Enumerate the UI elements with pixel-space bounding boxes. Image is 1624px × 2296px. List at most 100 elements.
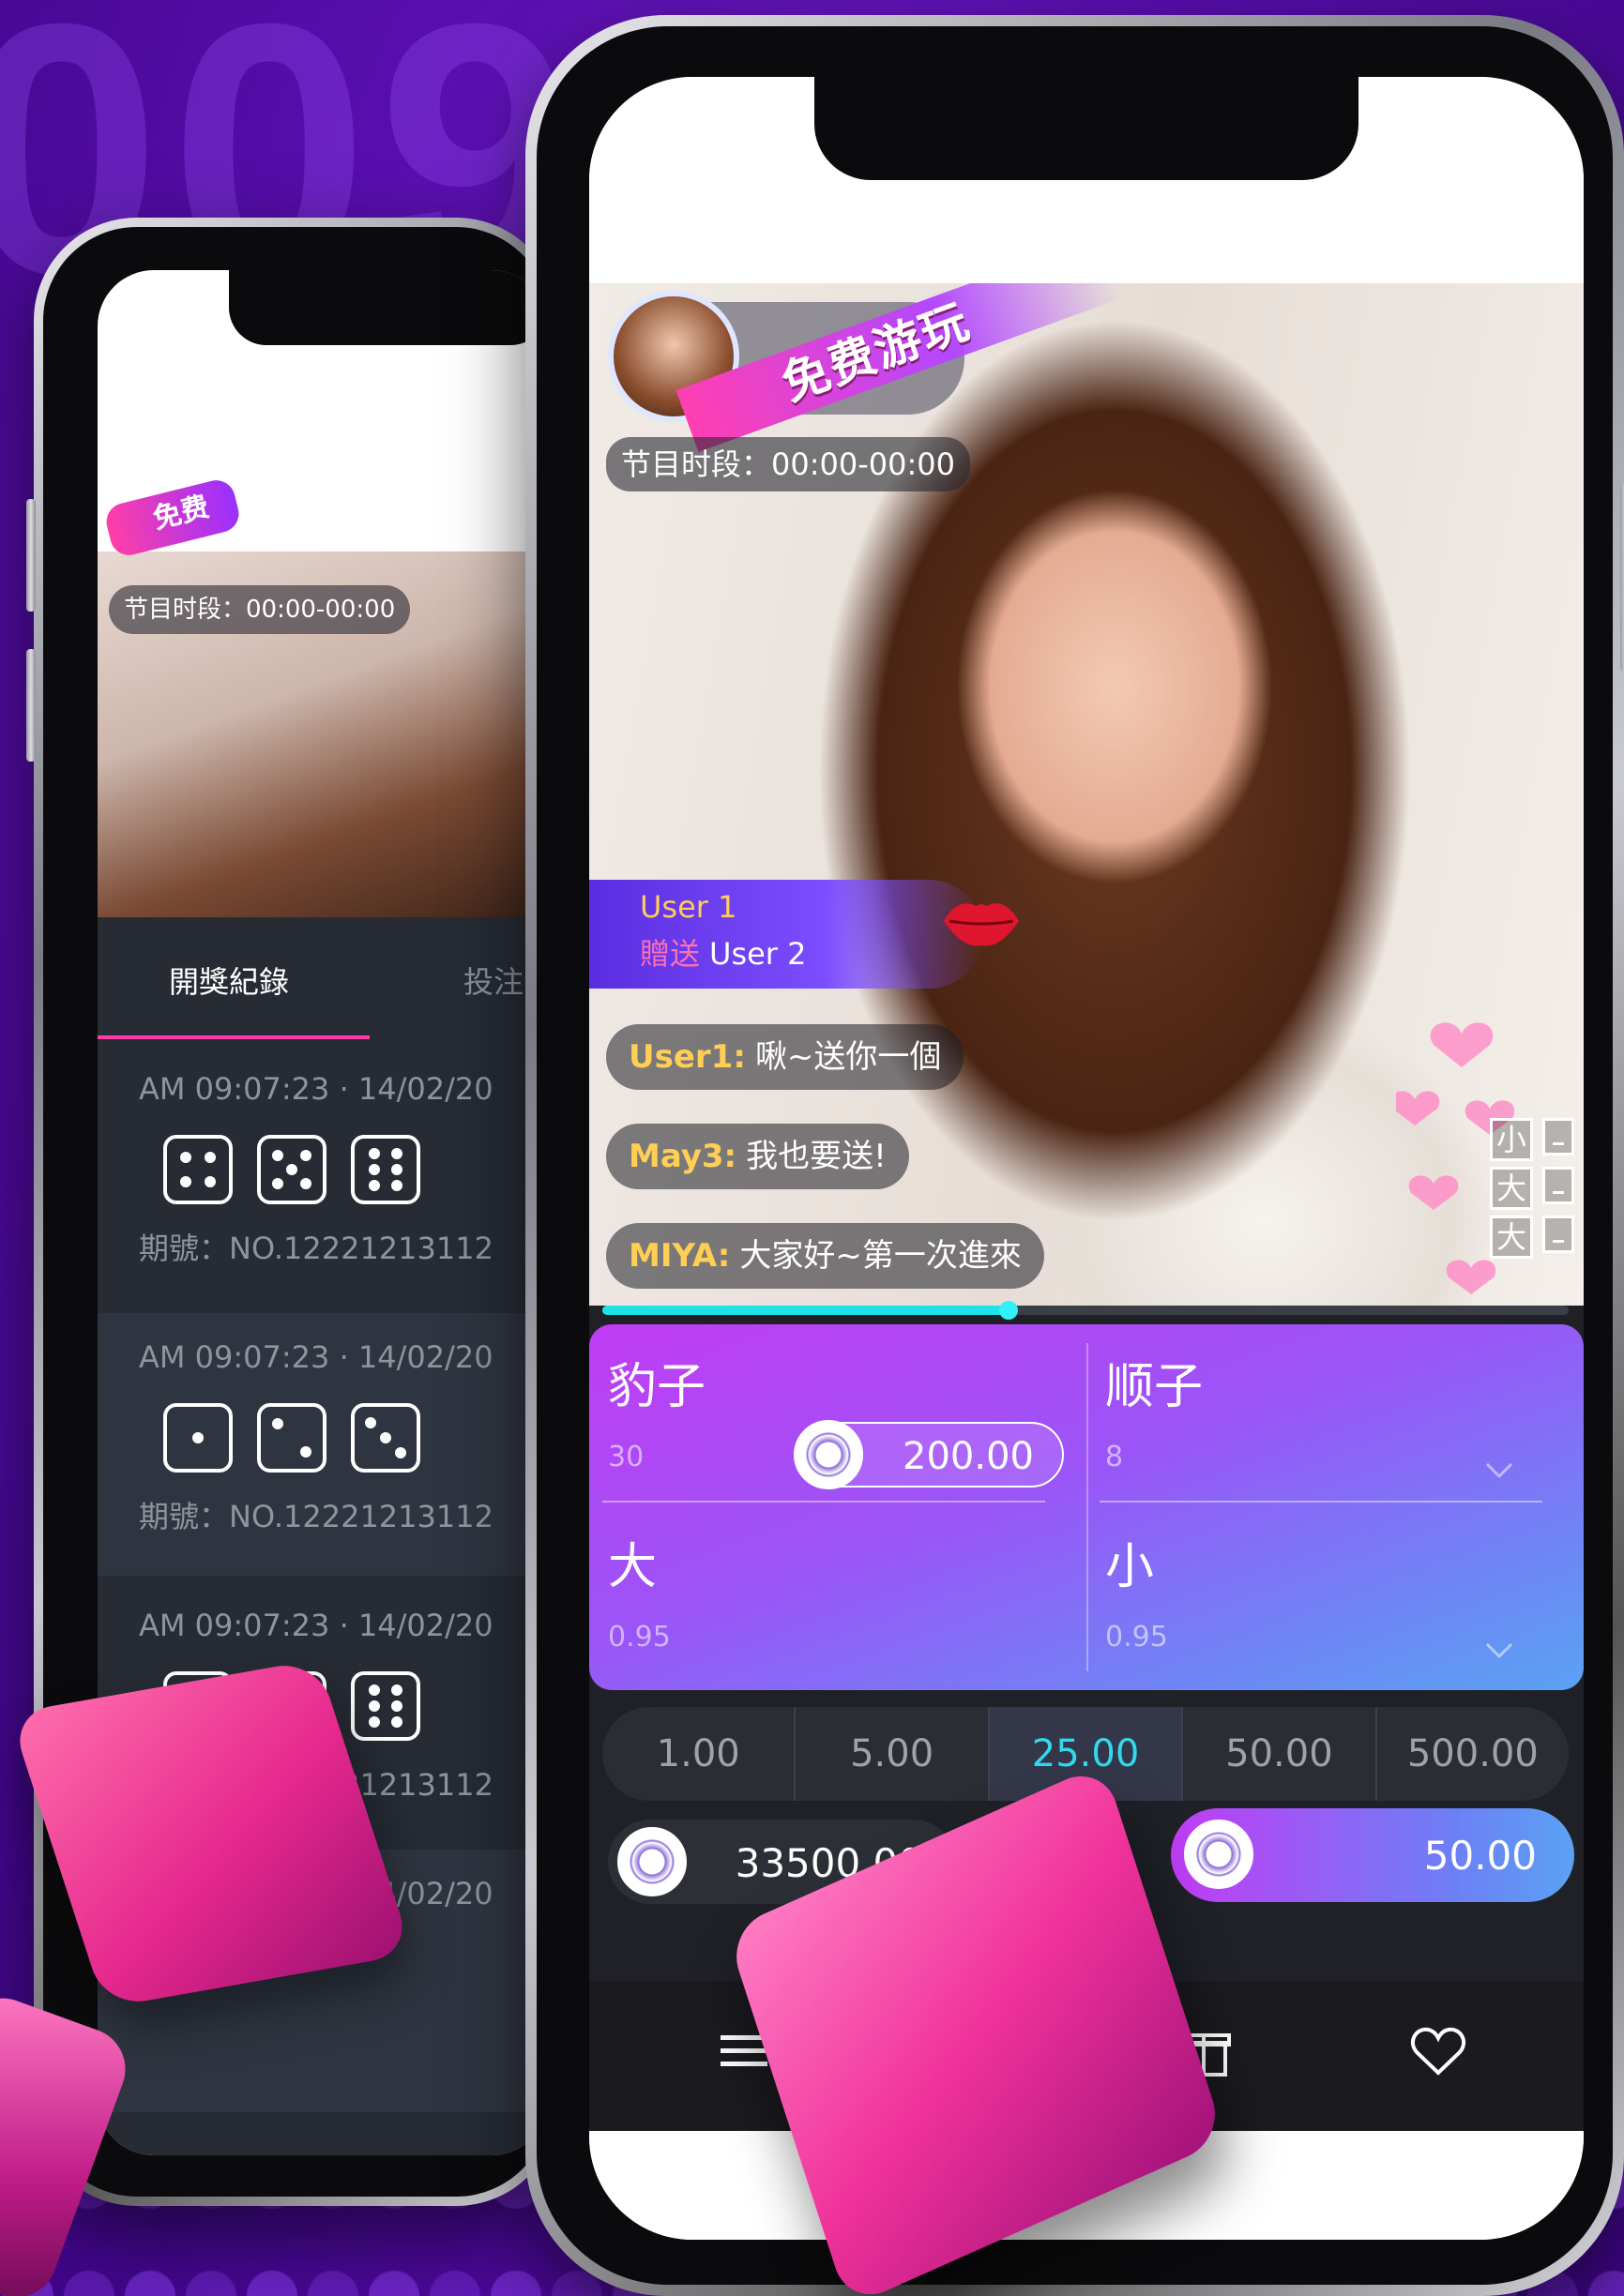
bet-option-big[interactable]: 大 0.95 xyxy=(589,1504,1058,1683)
pip xyxy=(369,1716,381,1729)
die-face-4-icon xyxy=(163,1135,233,1204)
bet-name: 豹子 xyxy=(608,1359,706,1415)
pip xyxy=(380,1432,391,1443)
die-face-5-icon xyxy=(257,1135,326,1204)
chat-user: May3: xyxy=(629,1138,737,1175)
total-bet-amount: 50.00 xyxy=(1423,1833,1537,1879)
bet-option-triple[interactable]: 豹子 30 200.00 xyxy=(589,1324,1064,1503)
pip xyxy=(390,1716,402,1729)
coin-icon xyxy=(617,1827,687,1896)
bet-name: 大 xyxy=(608,1539,658,1595)
bet-odds: 0.95 xyxy=(1105,1621,1168,1654)
bet-option-small[interactable]: 小 0.95 xyxy=(1086,1504,1556,1683)
stake-amount: 200.00 xyxy=(903,1435,1034,1478)
pip xyxy=(390,1180,402,1192)
tab-draw-history[interactable]: 開獎紀錄 xyxy=(169,959,289,1002)
pip xyxy=(299,1445,311,1458)
side-button xyxy=(1620,484,1624,672)
chip-option[interactable]: 5.00 xyxy=(796,1707,990,1801)
trend-cell: 大 xyxy=(1490,1167,1533,1210)
die-face-6-icon xyxy=(351,1671,420,1741)
record-time: AM 09:07:23 · 14/02/20 xyxy=(139,1608,493,1643)
program-time: 节目时段：00:00-00:00 xyxy=(606,437,970,491)
record-period: 期號：NO.12221213112 xyxy=(139,1231,493,1266)
active-tab-indicator xyxy=(98,1035,370,1039)
chat-message: May3: 我也要送! xyxy=(606,1124,909,1189)
pip xyxy=(299,1177,311,1189)
bet-name: 小 xyxy=(1105,1539,1155,1595)
trend-cell: 大 xyxy=(1490,1216,1533,1259)
countdown-progress-fill xyxy=(602,1306,1009,1315)
bet-option-straight[interactable]: 顺子 8 xyxy=(1086,1324,1556,1503)
notch xyxy=(229,270,548,345)
chip-icon xyxy=(1184,1820,1253,1889)
pip xyxy=(205,1151,217,1163)
pip xyxy=(179,1176,191,1188)
pip xyxy=(272,1150,284,1162)
pip xyxy=(179,1151,191,1163)
history-tabs: 開獎紀錄 投注 xyxy=(98,917,548,1039)
gift-receiver: User 2 xyxy=(709,936,807,972)
confirm-bet-button[interactable]: 50.00 xyxy=(1171,1808,1574,1902)
bet-board: 豹子 30 200.00 顺子 8 大 0.95 小 0.95 xyxy=(589,1324,1584,1690)
pip xyxy=(272,1418,284,1430)
pip xyxy=(272,1177,284,1189)
notch xyxy=(814,77,1358,180)
die-face-2-icon xyxy=(257,1403,326,1473)
chevron-down-icon xyxy=(1485,1631,1513,1659)
chat-message: MIYA: 大家好~第一次進來 xyxy=(606,1223,1044,1289)
bet-name: 顺子 xyxy=(1105,1359,1204,1415)
program-time: 节目时段：00:00-00:00 xyxy=(109,585,411,634)
pip xyxy=(192,1432,204,1443)
history-record[interactable]: AM 09:07:23 · 14/02/20 期號：NO.12221213112 xyxy=(98,1045,548,1307)
dice-result xyxy=(163,1403,420,1473)
die-face-3-icon xyxy=(351,1403,420,1473)
gift-sender: User 1 xyxy=(640,889,737,925)
countdown-progress-knob xyxy=(999,1301,1018,1320)
bet-odds: 0.95 xyxy=(608,1621,671,1654)
chevron-down-icon xyxy=(1485,1451,1513,1479)
heart-icon[interactable] xyxy=(1405,2018,1471,2084)
chat-text: 我也要送! xyxy=(746,1138,887,1175)
pip xyxy=(299,1150,311,1162)
side-button xyxy=(26,499,36,612)
trend-cell: 小 xyxy=(1490,1118,1533,1161)
pip xyxy=(390,1684,402,1696)
bet-odds: 30 xyxy=(608,1441,645,1473)
pip xyxy=(369,1164,381,1175)
pip xyxy=(369,1180,381,1192)
chip-option[interactable]: 500.00 xyxy=(1377,1707,1569,1801)
pip xyxy=(205,1176,217,1188)
tab-bets[interactable]: 投注 xyxy=(463,959,524,1002)
countdown-progress xyxy=(602,1301,1569,1320)
pip xyxy=(369,1684,381,1696)
pip xyxy=(369,1700,381,1712)
chat-text: 大家好~第一次進來 xyxy=(739,1237,1022,1275)
chat-message: User1: 啾~送你一個 xyxy=(606,1024,964,1090)
pip xyxy=(390,1147,402,1159)
chat-text: 啾~送你一個 xyxy=(754,1038,942,1076)
pip xyxy=(365,1417,377,1429)
gift-notification: User 1 贈送 User 2 xyxy=(589,880,983,989)
pip xyxy=(390,1164,402,1175)
trend-board[interactable]: 小 大 大 xyxy=(1490,1118,1584,1264)
side-button xyxy=(26,649,36,762)
pip xyxy=(390,1700,402,1712)
record-time: AM 09:07:23 · 14/02/20 xyxy=(139,1071,493,1107)
die-face-1-icon xyxy=(163,1403,233,1473)
live-video[interactable]: 免费游玩 节目时段：00:00-00:00 User 1 贈送 User 2 Us… xyxy=(589,283,1584,1306)
pip xyxy=(286,1164,297,1175)
chip-icon xyxy=(794,1420,863,1489)
chip-option[interactable]: 50.00 xyxy=(1183,1707,1377,1801)
record-period: 期號：NO.12221213112 xyxy=(139,1499,493,1534)
free-badge: 免费 xyxy=(102,476,243,560)
history-record[interactable]: AM 09:07:23 · 14/02/20 期號：NO.12221213112 xyxy=(98,1313,548,1576)
kiss-lips-icon xyxy=(944,903,1019,946)
bet-odds: 8 xyxy=(1105,1441,1124,1473)
record-time: AM 09:07:23 · 14/02/20 xyxy=(139,1339,493,1375)
die-face-6-icon xyxy=(351,1135,420,1204)
pip xyxy=(369,1147,381,1159)
dice-result xyxy=(163,1135,420,1204)
chip-option[interactable]: 1.00 xyxy=(602,1707,797,1801)
placed-stake: 200.00 xyxy=(794,1420,1064,1489)
